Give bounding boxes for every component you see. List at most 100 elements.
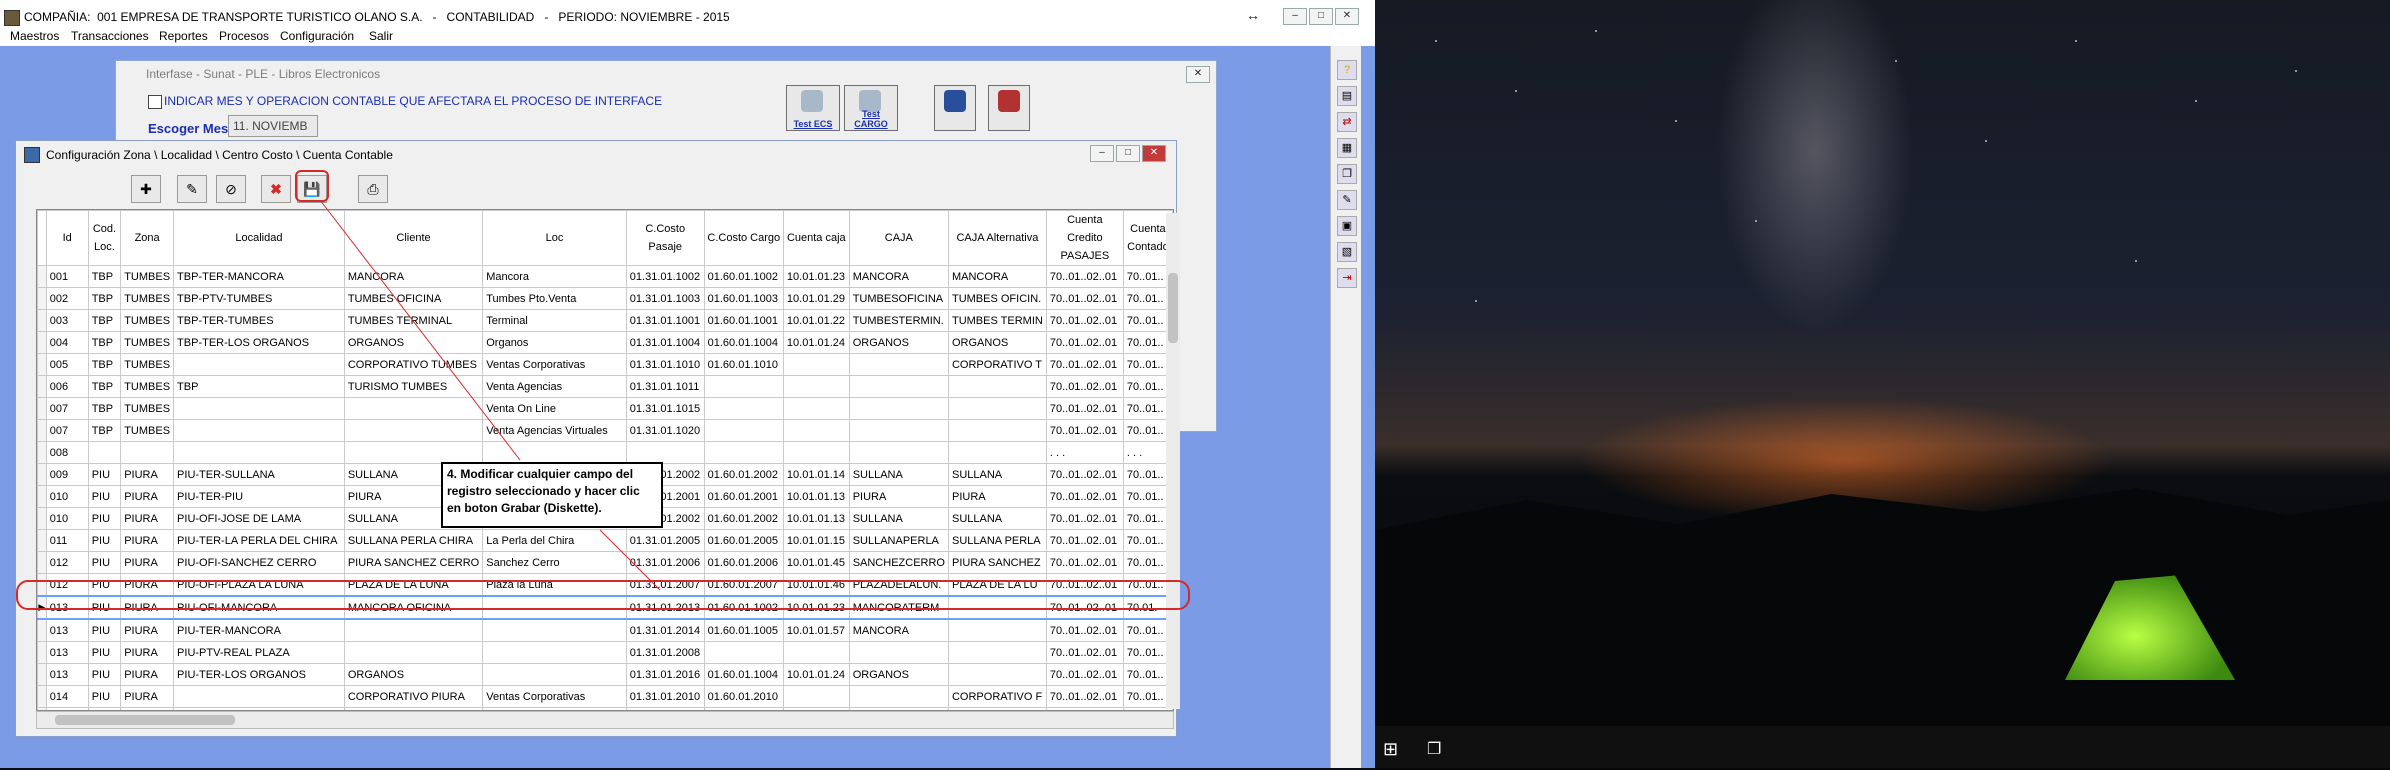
table-cell[interactable] <box>343 618 484 642</box>
table-row[interactable]: 004 TBP TUMBES TBP-TER-LOS ORGANOS ORGANOS Or… <box>37 331 1173 354</box>
row-pointer[interactable] <box>37 287 47 310</box>
table-cell[interactable]: 70..01..02..01 <box>1045 485 1124 508</box>
maximize-button[interactable]: □ <box>1309 8 1333 25</box>
table-cell[interactable]: 01.31.01.2008 <box>625 641 705 664</box>
table-cell[interactable]: 014 <box>45 685 89 708</box>
print-button[interactable]: ⎙ <box>358 175 388 203</box>
row-pointer[interactable] <box>37 507 47 530</box>
table-cell[interactable]: Tumbes Pto.Venta <box>482 287 627 310</box>
table-cell[interactable]: 01.60.01.1001 <box>703 309 784 332</box>
table-cell[interactable]: 70..01..02..01 <box>1045 463 1124 486</box>
table-cell[interactable]: SANCHEZCERRO <box>848 551 949 574</box>
close-button[interactable]: ✕ <box>1335 8 1359 25</box>
table-cell[interactable]: 007 <box>45 397 89 420</box>
table-cell[interactable]: TBP <box>87 397 122 420</box>
table-cell[interactable] <box>343 641 484 664</box>
column-header[interactable]: Cod. Loc. <box>87 210 122 266</box>
table-cell[interactable]: 70..01..02..01 <box>1045 507 1124 530</box>
table-cell[interactable]: 10.01.01.13 <box>782 485 850 508</box>
table-cell[interactable] <box>947 419 1047 442</box>
task-view-icon[interactable]: ❐ <box>1427 739 1441 759</box>
table-cell[interactable] <box>947 397 1047 420</box>
table-cell[interactable]: SULLANA PERLA <box>947 529 1047 552</box>
table-cell[interactable]: 01.60.01.1003 <box>703 287 784 310</box>
table-cell[interactable]: Sanchez Cerro <box>482 551 627 574</box>
table-cell[interactable]: 01.60.01.1010 <box>703 353 784 376</box>
document-button[interactable] <box>934 85 976 131</box>
table-cell[interactable]: ORGANOS <box>848 331 949 354</box>
table-cell[interactable] <box>947 641 1047 664</box>
table-cell[interactable]: Venta Agencias <box>482 375 627 398</box>
table-cell[interactable]: 002 <box>45 287 89 310</box>
table-cell[interactable]: PIURA <box>120 507 175 530</box>
table-cell[interactable]: 001 <box>45 265 89 288</box>
table-cell[interactable]: 70..01..02..01 <box>1045 353 1124 376</box>
table-cell[interactable]: 004 <box>45 331 89 354</box>
config-close-button[interactable]: ✕ <box>1142 145 1166 162</box>
table-cell[interactable]: PIURA <box>120 663 175 686</box>
table-cell[interactable] <box>703 441 784 464</box>
column-header[interactable]: Cliente <box>343 210 484 266</box>
table-cell[interactable]: ORGANOS <box>343 663 484 686</box>
table-cell[interactable]: PIU-OFI-JOSE DE LAMA <box>173 507 345 530</box>
table-cell[interactable]: 01.31.01.2006 <box>625 551 705 574</box>
table-cell[interactable]: 70..01..02..01 <box>1045 287 1124 310</box>
table-cell[interactable]: PIU <box>87 463 122 486</box>
table-cell[interactable]: TUMBES <box>120 375 175 398</box>
column-header[interactable]: Localidad <box>173 210 345 266</box>
table-cell[interactable]: TBP-TER-LOS ORGANOS <box>173 331 345 354</box>
table-cell[interactable]: TUMBES <box>120 331 175 354</box>
table-cell[interactable]: PIURA <box>947 485 1047 508</box>
table-cell[interactable]: 005 <box>45 353 89 376</box>
table-cell[interactable]: TBP <box>87 353 122 376</box>
table-cell[interactable]: 01.31.01.1015 <box>625 397 705 420</box>
table-cell[interactable]: 10.01.01.14 <box>782 463 850 486</box>
column-header[interactable]: Zona <box>120 210 175 266</box>
table-cell[interactable]: MANCORA <box>848 265 949 288</box>
windows-start-icon[interactable]: ⊞ <box>1383 739 1398 760</box>
table-cell[interactable]: 01.31.01.1003 <box>625 287 705 310</box>
table-cell[interactable]: PIU <box>87 641 122 664</box>
table-cell[interactable]: PIU <box>87 551 122 574</box>
table-cell[interactable]: 010 <box>45 507 89 530</box>
table-cell[interactable]: TUMBES OFICINA <box>343 287 484 310</box>
table-row[interactable]: 014 PIU PIURA CORPORATIVO PIURA Ventas Corpo… <box>37 685 1173 708</box>
table-cell[interactable]: 006 <box>45 375 89 398</box>
report-icon[interactable]: ▤ <box>1337 86 1357 106</box>
table-cell[interactable]: SULLANAPERLA <box>848 529 949 552</box>
cancel-button[interactable]: ✖ <box>261 175 291 203</box>
menu-procesos[interactable]: Procesos <box>219 29 269 43</box>
table-cell[interactable]: ORGANOS <box>947 331 1047 354</box>
restore-arrows-icon[interactable]: ↔ <box>1242 8 1264 23</box>
table-cell[interactable]: La Perla del Chira <box>482 529 627 552</box>
table-cell[interactable]: 01.60.01.1004 <box>703 331 784 354</box>
table-cell[interactable] <box>120 441 175 464</box>
row-pointer[interactable] <box>37 463 47 486</box>
table-cell[interactable] <box>947 663 1047 686</box>
table-cell[interactable] <box>343 419 484 442</box>
table-cell[interactable]: 01.31.01.1020 <box>625 419 705 442</box>
table-cell[interactable]: TUMBES <box>120 419 175 442</box>
delete-record-button[interactable]: ⊘ <box>216 175 246 203</box>
table-cell[interactable]: Terminal <box>482 309 627 332</box>
table-row[interactable]: 013 PIU PIURA PIU-TER-MANCORA 01.31.01.2014 0… <box>37 618 1173 642</box>
menu-configuracion[interactable]: Configuración <box>280 29 354 43</box>
table-cell[interactable] <box>947 441 1047 464</box>
help-icon[interactable]: ? <box>1337 60 1357 80</box>
table-cell[interactable]: TBP <box>87 265 122 288</box>
records-grid[interactable]: Id Cod. Loc. Zona Localidad Cliente Loc C.Cost… <box>36 209 1174 711</box>
table-cell[interactable]: CORPORATIVO T <box>947 353 1047 376</box>
column-header[interactable]: Id <box>45 210 89 266</box>
table-cell[interactable]: 70..01..02..01 <box>1045 331 1124 354</box>
table-cell[interactable]: TBP <box>173 375 345 398</box>
menu-salir[interactable]: Salir <box>369 29 393 43</box>
row-pointer[interactable] <box>37 551 47 574</box>
table-cell[interactable]: MANCORA <box>848 618 949 642</box>
table-cell[interactable]: SULLANA <box>947 463 1047 486</box>
table-cell[interactable]: PIU <box>87 485 122 508</box>
transfer-icon[interactable]: ⇄ <box>1337 112 1357 132</box>
table-cell[interactable]: Venta On Line <box>482 397 627 420</box>
table-cell[interactable]: PIU <box>87 663 122 686</box>
table-row[interactable]: 008. . .. . . <box>37 441 1173 464</box>
row-pointer[interactable] <box>37 375 47 398</box>
